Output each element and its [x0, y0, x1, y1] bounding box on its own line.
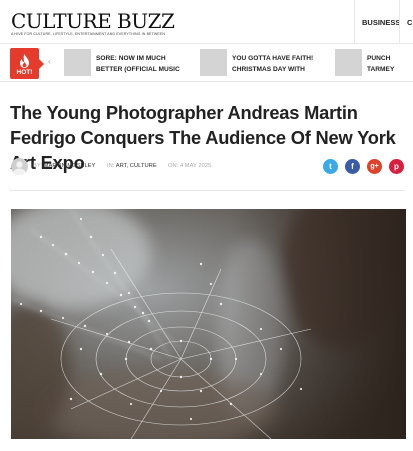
spider-web-photo: [11, 209, 406, 439]
google-plus-icon[interactable]: g+: [367, 159, 382, 174]
article-hero-image: [11, 209, 406, 439]
hot-item-thumbnail[interactable]: [64, 49, 91, 76]
flame-icon: [20, 54, 29, 68]
hot-item-title[interactable]: SORE: NOW IM MUCH BETTER (OFFICIAL MUSIC…: [96, 53, 188, 77]
hot-item-title[interactable]: YOU GOTTA HAVE FAITH! CHRISTMAS DAY WITH…: [232, 53, 324, 77]
publish-date: 4 MAY 2025: [179, 163, 212, 169]
site-logo[interactable]: CULTURE BUZZ: [11, 9, 175, 33]
nav-divider: [399, 0, 400, 44]
hot-badge: HOT!: [10, 48, 39, 79]
nav-item-next[interactable]: C: [407, 18, 412, 27]
category-line: IN: ART, CULTURE: [107, 163, 157, 169]
hot-badge-pointer: [39, 59, 44, 69]
hot-label: HOT!: [16, 69, 33, 76]
hot-news-ticker: HOT! ‹ SORE: NOW IM MUCH BETTER (OFFICIA…: [0, 44, 413, 82]
hot-item-title[interactable]: PUNCH TARMEY REVIEW: [367, 53, 413, 77]
facebook-icon[interactable]: f: [345, 159, 360, 174]
ticker-prev-button[interactable]: ‹: [48, 56, 51, 66]
hot-item-thumbnail[interactable]: [200, 49, 227, 76]
category-links[interactable]: ART, CULTURE: [116, 163, 157, 169]
byline: BY: MARTIN MOSELEY: [33, 163, 95, 169]
by-label: BY:: [33, 163, 43, 169]
site-tagline: A HIVE FOR CULTURE, LIFESTYLE, ENTERTAIN…: [11, 32, 166, 36]
nav-divider: [354, 0, 355, 44]
article-meta: BY: MARTIN MOSELEY IN: ART, CULTURE ON: …: [10, 157, 405, 177]
user-icon: [13, 161, 26, 175]
author-avatar[interactable]: [11, 158, 28, 175]
nav-item-business[interactable]: BUSINESS: [362, 18, 400, 27]
date-line: ON: 4 MAY 2025: [168, 163, 211, 169]
author-name[interactable]: MARTIN MOSELEY: [44, 163, 96, 169]
in-label: IN:: [107, 163, 115, 169]
on-label: ON:: [168, 163, 179, 169]
pinterest-icon[interactable]: p: [389, 159, 404, 174]
hot-item-thumbnail[interactable]: [335, 49, 362, 76]
twitter-icon[interactable]: t: [323, 159, 338, 174]
site-header: CULTURE BUZZ A HIVE FOR CULTURE, LIFESTY…: [0, 0, 413, 44]
meta-divider: [10, 190, 405, 191]
